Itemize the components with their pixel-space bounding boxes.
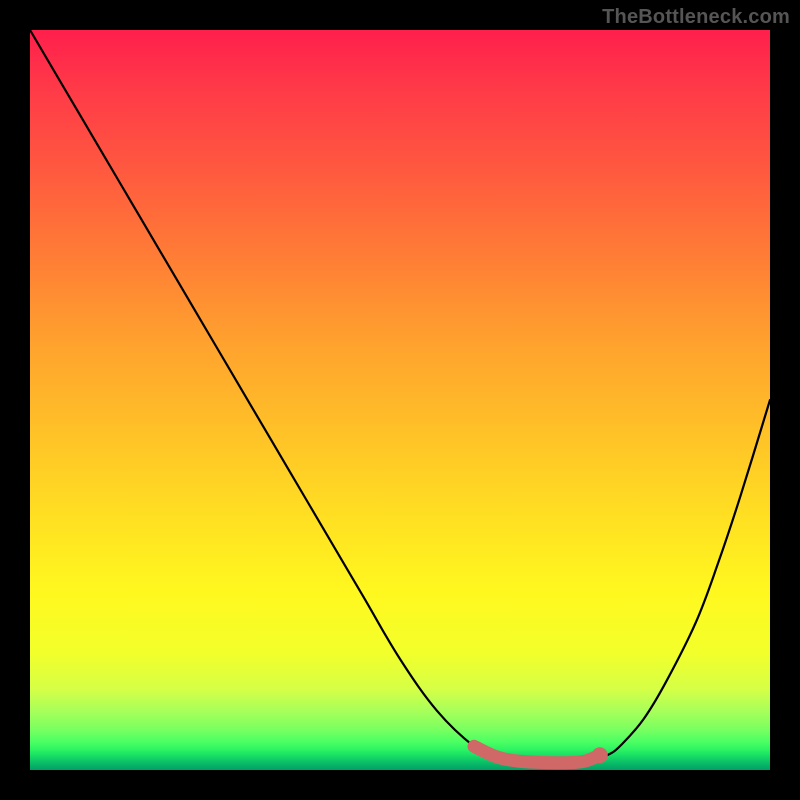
plot-area [30,30,770,770]
chart-svg [30,30,770,770]
chart-frame: TheBottleneck.com [0,0,800,800]
bottleneck-range [474,746,600,762]
watermark-text: TheBottleneck.com [602,6,790,29]
curve-line [30,30,770,763]
bottleneck-end-dot [592,747,608,763]
